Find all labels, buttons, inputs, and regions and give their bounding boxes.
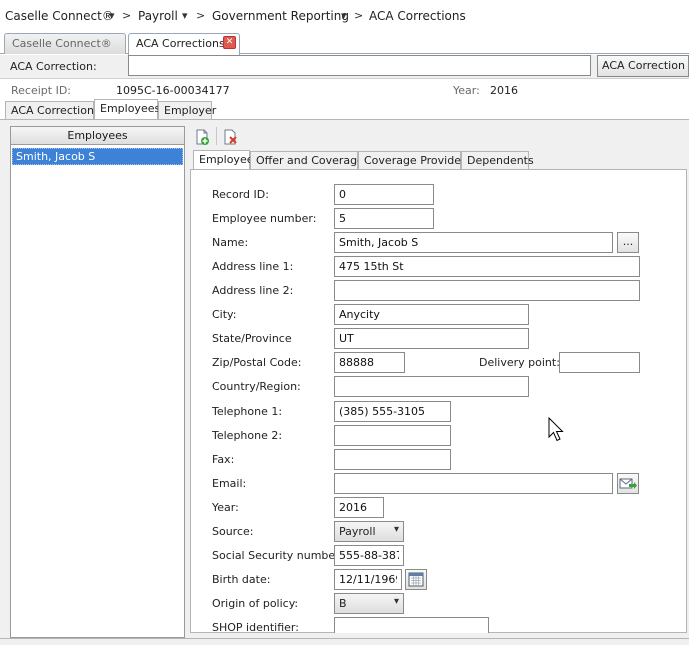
- breadcrumb: Caselle Connect® ▾ > Payroll ▾ > Governm…: [0, 0, 689, 32]
- email-field[interactable]: [334, 473, 613, 494]
- origin-of-policy-select[interactable]: B ▾: [334, 593, 404, 614]
- address-line-2-field[interactable]: [334, 280, 640, 301]
- chevron-down-icon[interactable]: ▾: [182, 9, 188, 22]
- mouse-cursor-icon: [548, 416, 564, 446]
- tab-coverage-provider[interactable]: Coverage Provider: [358, 151, 466, 170]
- tab-employee[interactable]: Employee: [193, 150, 253, 170]
- breadcrumb-item-payroll[interactable]: Payroll: [138, 9, 178, 23]
- name-field[interactable]: [334, 232, 613, 253]
- breadcrumb-item-government-reporting[interactable]: Government Reporting: [212, 9, 349, 23]
- receipt-id-label: Receipt ID:: [11, 84, 72, 97]
- tab-caselle-connect[interactable]: Caselle Connect®: [4, 33, 126, 54]
- tab-offer-and-coverage[interactable]: Offer and Coverage: [250, 151, 364, 170]
- telephone-1-field[interactable]: [334, 401, 451, 422]
- tab-employees[interactable]: Employees: [94, 99, 160, 120]
- tab-label: ACA Corrections: [136, 37, 225, 50]
- year-field-label: Year:: [212, 501, 239, 514]
- fax-label: Fax:: [212, 453, 235, 466]
- zip-label: Zip/Postal Code:: [212, 356, 302, 369]
- breadcrumb-separator: >: [354, 9, 364, 22]
- zip-field[interactable]: [334, 352, 405, 373]
- birth-date-field[interactable]: [334, 569, 402, 590]
- correction-bar: ACA Correction: ACA Correction: [0, 55, 689, 79]
- address-line-1-label: Address line 1:: [212, 260, 294, 273]
- aca-correction-button[interactable]: ACA Correction: [597, 55, 689, 77]
- name-lookup-button[interactable]: ...: [617, 232, 639, 253]
- employee-list-header[interactable]: Employees: [11, 127, 184, 145]
- breadcrumb-item-aca-corrections[interactable]: ACA Corrections: [369, 9, 466, 23]
- year-value: 2016: [490, 84, 518, 97]
- chevron-down-icon: ▾: [393, 596, 399, 607]
- city-field[interactable]: [334, 304, 529, 325]
- year-label: Year:: [453, 84, 480, 97]
- send-email-icon[interactable]: [617, 473, 639, 494]
- record-id-field[interactable]: [334, 184, 434, 205]
- source-select[interactable]: Payroll ▾: [334, 521, 404, 542]
- tab-aca-corrections-sub[interactable]: ACA Corrections: [5, 101, 100, 120]
- source-label: Source:: [212, 525, 254, 538]
- origin-of-policy-value: B: [339, 597, 347, 610]
- chevron-down-icon[interactable]: ▾: [341, 9, 347, 22]
- telephone-2-label: Telephone 2:: [212, 429, 283, 442]
- name-label: Name:: [212, 236, 249, 249]
- source-value: Payroll: [339, 525, 376, 538]
- chevron-down-icon[interactable]: ▾: [109, 9, 115, 22]
- state-field[interactable]: [334, 328, 529, 349]
- toolbar-divider: [216, 127, 217, 145]
- birth-date-label: Birth date:: [212, 573, 271, 586]
- chevron-down-icon: ▾: [393, 524, 399, 535]
- delivery-point-field[interactable]: [559, 352, 640, 373]
- delete-record-icon[interactable]: [222, 129, 238, 148]
- country-field[interactable]: [334, 376, 529, 397]
- telephone-2-field[interactable]: [334, 425, 451, 446]
- calendar-icon[interactable]: [405, 569, 427, 590]
- breadcrumb-separator: >: [196, 9, 206, 22]
- year-field[interactable]: [334, 497, 384, 518]
- telephone-1-label: Telephone 1:: [212, 405, 283, 418]
- document-tab-strip: Caselle Connect® ACA Corrections ✕: [0, 32, 689, 55]
- tab-employer[interactable]: Employer: [158, 101, 216, 120]
- bottom-edge: [0, 638, 689, 645]
- tab-dependents[interactable]: Dependents: [461, 151, 534, 170]
- employee-list-panel: Employees Smith, Jacob S: [10, 126, 185, 638]
- ssn-label: Social Security number:: [212, 549, 344, 562]
- city-label: City:: [212, 308, 237, 321]
- country-label: Country/Region:: [212, 380, 301, 393]
- add-record-icon[interactable]: [194, 129, 210, 148]
- aca-correction-input[interactable]: [128, 55, 591, 76]
- origin-of-policy-label: Origin of policy:: [212, 597, 299, 610]
- employee-number-field[interactable]: [334, 208, 434, 229]
- delivery-point-label: Delivery point:: [479, 356, 560, 369]
- ssn-field[interactable]: [334, 545, 404, 566]
- aca-correction-label: ACA Correction:: [10, 60, 97, 73]
- shop-identifier-label: SHOP identifier:: [212, 621, 299, 634]
- record-id-label: Record ID:: [212, 188, 269, 201]
- close-icon[interactable]: ✕: [223, 36, 236, 49]
- address-line-2-label: Address line 2:: [212, 284, 294, 297]
- state-label: State/Province: [212, 332, 292, 345]
- email-label: Email:: [212, 477, 247, 490]
- breadcrumb-item-caselle-connect[interactable]: Caselle Connect®: [5, 9, 114, 23]
- fax-field[interactable]: [334, 449, 451, 470]
- receipt-id-value: 1095C-16-00034177: [116, 84, 230, 97]
- employee-number-label: Employee number:: [212, 212, 317, 225]
- breadcrumb-separator: >: [122, 9, 132, 22]
- list-item[interactable]: Smith, Jacob S: [12, 148, 183, 165]
- address-line-1-field[interactable]: [334, 256, 640, 277]
- shop-identifier-field[interactable]: [334, 617, 489, 633]
